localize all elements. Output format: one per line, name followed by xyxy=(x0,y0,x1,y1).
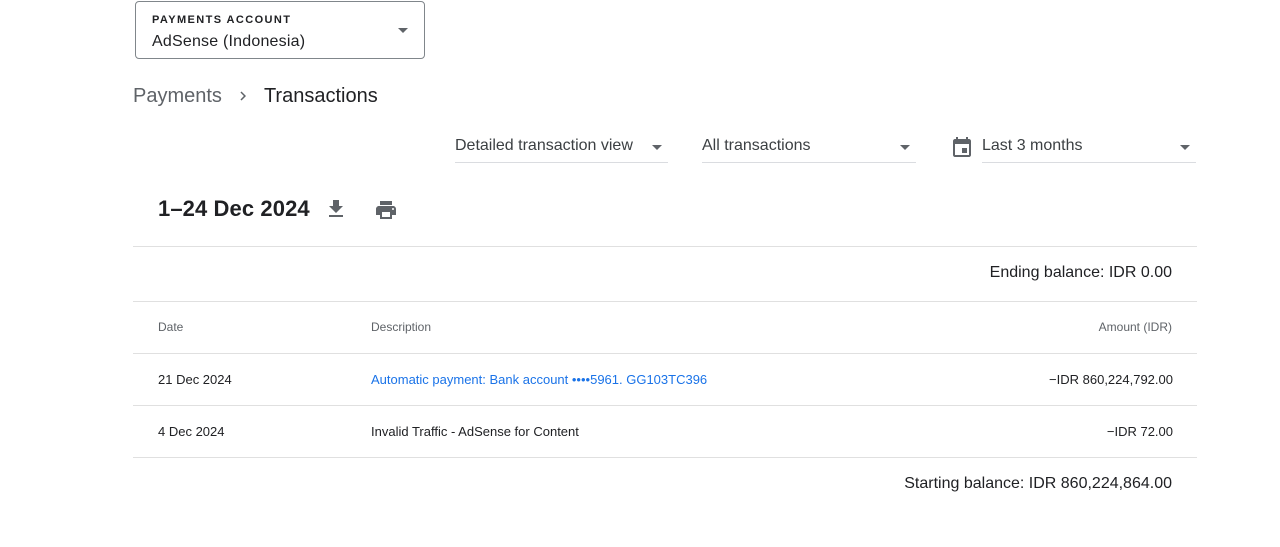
page-title: Transactions xyxy=(263,84,378,107)
transaction-type-select[interactable]: All transactions xyxy=(702,132,916,163)
print-icon xyxy=(374,198,398,227)
column-header-date: Date xyxy=(158,320,184,334)
transaction-type-value: All transactions xyxy=(702,137,811,154)
divider xyxy=(133,457,1197,458)
date-range-value: Last 3 months xyxy=(982,137,1083,154)
transaction-view-value: Detailed transaction view xyxy=(455,137,633,154)
ending-balance: Ending balance: IDR 0.00 xyxy=(989,264,1172,281)
column-header-amount: Amount (IDR) xyxy=(1098,320,1172,334)
download-icon xyxy=(324,198,348,227)
transaction-date: 4 Dec 2024 xyxy=(158,424,225,439)
dropdown-arrow-icon xyxy=(900,145,910,150)
divider xyxy=(133,246,1197,247)
payments-account-label: PAYMENTS ACCOUNT xyxy=(152,14,292,26)
chevron-right-icon xyxy=(222,82,264,110)
dropdown-arrow-icon xyxy=(652,145,662,150)
table-row: 4 Dec 2024 Invalid Traffic - AdSense for… xyxy=(133,406,1197,457)
date-range-select[interactable]: Last 3 months xyxy=(982,132,1196,163)
transaction-amount: −IDR 860,224,792.00 xyxy=(1049,372,1173,387)
dropdown-arrow-icon xyxy=(398,28,408,33)
transaction-date: 21 Dec 2024 xyxy=(158,372,232,387)
dropdown-arrow-icon xyxy=(1180,145,1190,150)
divider xyxy=(133,301,1197,302)
transaction-description-link[interactable]: Automatic payment: Bank account ••••5961… xyxy=(371,372,707,387)
payments-account-select[interactable]: PAYMENTS ACCOUNT AdSense (Indonesia) xyxy=(135,1,425,59)
payments-account-value: AdSense (Indonesia) xyxy=(152,33,306,50)
period-title: 1–24 Dec 2024 xyxy=(158,196,310,221)
transaction-amount: −IDR 72.00 xyxy=(1106,424,1173,439)
transaction-view-select[interactable]: Detailed transaction view xyxy=(455,132,668,163)
breadcrumb-payments-link[interactable]: Payments xyxy=(133,85,222,108)
column-header-description: Description xyxy=(371,320,432,334)
breadcrumb: Payments Transactions xyxy=(133,82,378,110)
download-button[interactable] xyxy=(320,196,352,228)
starting-balance: Starting balance: IDR 860,224,864.00 xyxy=(904,475,1172,492)
calendar-icon[interactable] xyxy=(950,136,974,160)
table-row: 21 Dec 2024 Automatic payment: Bank acco… xyxy=(133,354,1197,405)
print-button[interactable] xyxy=(370,196,402,228)
transaction-description: Invalid Traffic - AdSense for Content xyxy=(371,424,579,439)
